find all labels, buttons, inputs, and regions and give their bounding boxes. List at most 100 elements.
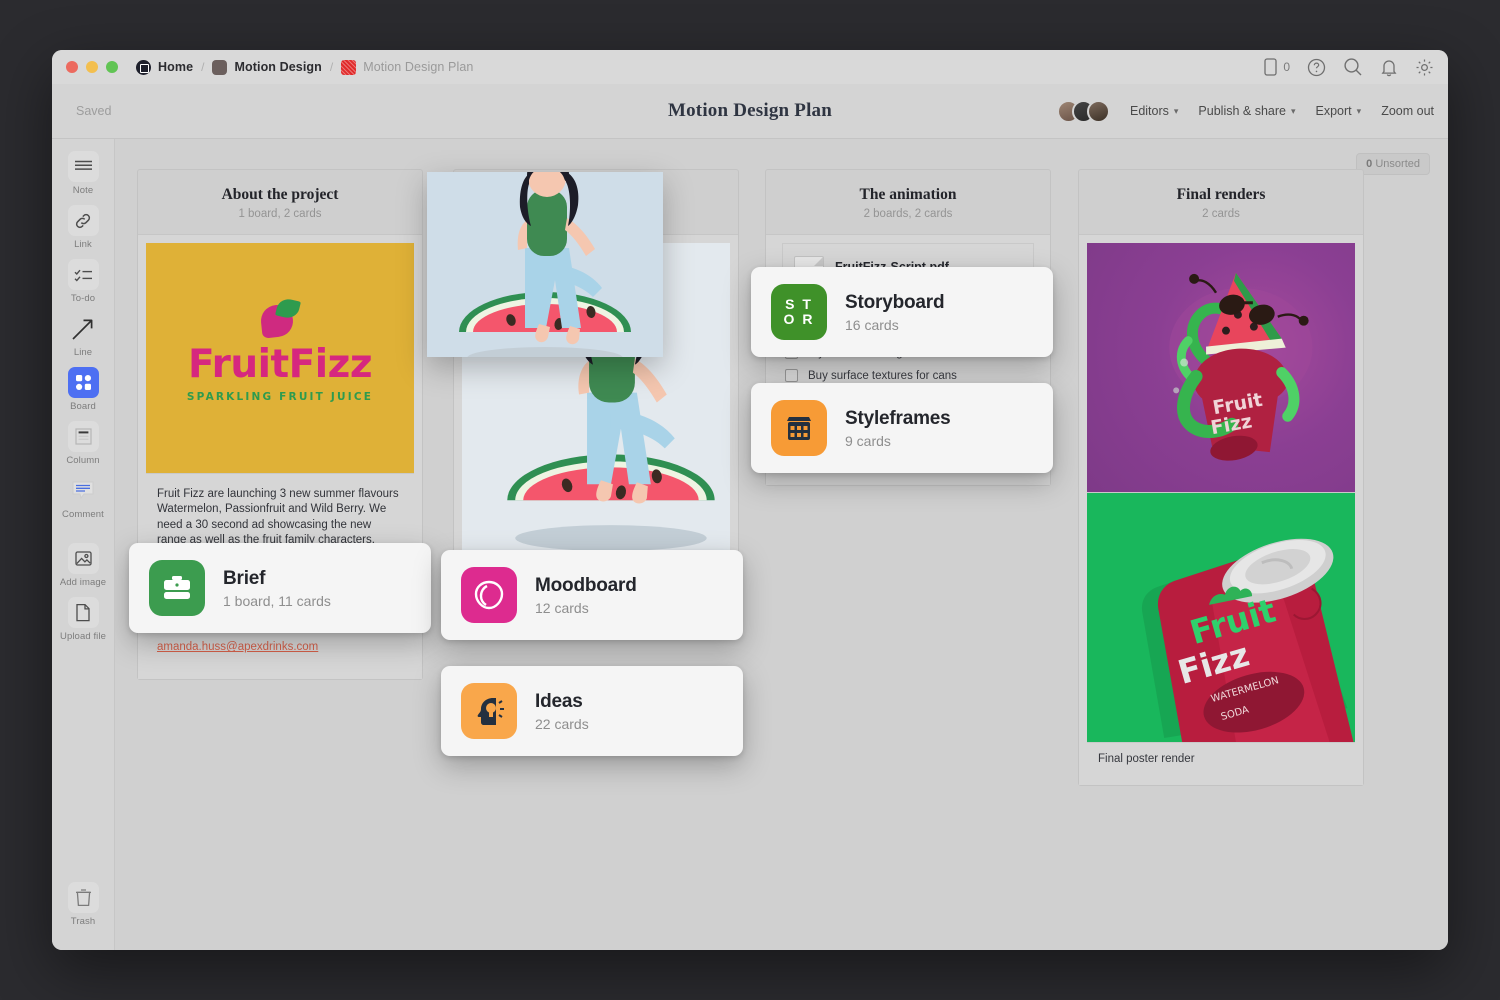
publish-share-button[interactable]: Publish & share ▾: [1198, 104, 1295, 118]
app-window: Home / Motion Design / Motion Design Pla…: [52, 50, 1448, 950]
window-controls[interactable]: [66, 61, 118, 73]
upload-file-icon: [67, 597, 99, 628]
milanote-home-icon: [136, 59, 151, 75]
brand-tagline: SPARKLING FRUIT JUICE: [186, 391, 374, 403]
sidebar-item-label: Note: [72, 185, 94, 196]
editors-button[interactable]: Editors ▾: [1130, 104, 1178, 118]
moodboard-icon: [461, 567, 517, 623]
column-final-renders[interactable]: Final renders 2 cards Fruit Fizz Fruit F…: [1078, 169, 1364, 786]
brand-name: FruitFizz: [187, 342, 373, 387]
help-icon[interactable]: [1307, 58, 1326, 77]
storyboard-icon-text: S TO R: [783, 295, 815, 327]
column-subtitle: 2 cards: [1202, 208, 1240, 220]
column-body: Fruit Fizz Fruit Fizz WATERMELON SODA Fi…: [1079, 234, 1363, 785]
window-titlebar: Home / Motion Design / Motion Design Pla…: [52, 50, 1448, 84]
breadcrumb-item-motion-design[interactable]: Motion Design: [212, 59, 322, 75]
breadcrumb-item-home[interactable]: Home: [136, 59, 194, 75]
breadcrumb-separator: /: [329, 60, 334, 74]
line-arrow-icon: [68, 313, 99, 344]
sidebar-item-label: Column: [66, 455, 100, 466]
add-image-icon: [67, 543, 99, 574]
card-title: Storyboard: [845, 291, 945, 313]
dragged-card-moodboard[interactable]: Moodboard 12 cards: [441, 550, 743, 640]
chevron-down-icon: ▾: [1173, 105, 1179, 116]
collaborator-avatars[interactable]: [1056, 99, 1110, 123]
maximize-window-button[interactable]: [106, 61, 118, 73]
unsorted-badge[interactable]: 0 Unsorted: [1356, 153, 1430, 175]
sidebar-item-column[interactable]: Column: [55, 421, 111, 466]
watermelon-soda-can-render[interactable]: Fruit Fizz WATERMELON SODA: [1087, 493, 1355, 743]
card-title: Ideas: [535, 690, 583, 712]
board-canvas[interactable]: 0 Unsorted About the project 1 board, 2 …: [115, 139, 1448, 950]
dragged-illustration-thumbnail[interactable]: [427, 152, 663, 369]
breadcrumb-item-motion-design-plan[interactable]: Motion Design Plan: [341, 59, 473, 75]
export-button[interactable]: Export ▾: [1316, 104, 1362, 118]
watermelon-character-render[interactable]: Fruit Fizz: [1087, 243, 1355, 493]
column-title: The animation: [859, 186, 957, 203]
document-header: Saved Motion Design Plan Editors ▾ Publi…: [52, 84, 1448, 139]
sidebar-item-comment[interactable]: Comment: [55, 475, 111, 520]
fruitfizz-poster-image[interactable]: FruitFizz SPARKLING FRUIT JUICE: [146, 243, 414, 474]
desktop-backdrop: Home / Motion Design / Motion Design Pla…: [0, 0, 1500, 1000]
dragged-card-storyboard[interactable]: S TO R Storyboard 16 cards: [751, 267, 1053, 357]
minimize-window-button[interactable]: [86, 61, 98, 73]
card-subtitle: 12 cards: [535, 599, 589, 616]
fruitfizz-logo: FruitFizz SPARKLING FRUIT JUICE: [146, 295, 414, 403]
sidebar-item-add-image[interactable]: Add image: [55, 543, 111, 588]
column-subtitle: 2 boards, 2 cards: [863, 208, 953, 220]
sidebar-item-note[interactable]: Note: [55, 151, 111, 196]
publish-label: Publish & share: [1198, 104, 1286, 118]
zoom-out-label: Zoom out: [1381, 104, 1434, 118]
column-header: The animation 2 boards, 2 cards: [766, 170, 1050, 234]
checklist-item[interactable]: Buy surface textures for cans: [785, 369, 1031, 382]
card-title: Brief: [223, 567, 266, 589]
mobile-badge: 0: [1283, 60, 1290, 74]
settings-icon[interactable]: [1415, 58, 1434, 77]
notifications-icon[interactable]: [1380, 58, 1398, 77]
breadcrumb-separator: /: [201, 60, 205, 74]
column-header: About the project 1 board, 2 cards: [138, 170, 422, 234]
sidebar-item-label: Board: [70, 401, 96, 412]
sidebar-item-label: Upload file: [60, 631, 106, 642]
dragged-card-brief[interactable]: Brief 1 board, 11 cards: [129, 543, 431, 633]
sidebar-item-board[interactable]: Board: [55, 367, 111, 412]
sidebar-item-link[interactable]: Link: [55, 205, 111, 250]
sidebar-item-label: Link: [74, 239, 92, 250]
sidebar-item-trash[interactable]: Trash: [55, 882, 111, 927]
card-title: Styleframes: [845, 407, 951, 429]
dragged-card-styleframes[interactable]: Styleframes 9 cards: [751, 383, 1053, 473]
todo-icon: [67, 259, 99, 290]
checklist-item-label: Buy surface textures for cans: [808, 369, 957, 382]
link-icon: [67, 205, 99, 236]
briefcase-icon: [149, 560, 205, 616]
sidebar-item-label: Comment: [62, 509, 104, 520]
unsorted-count: 0: [1366, 158, 1373, 170]
tool-sidebar: Note Link To-do Line Board Column Commen…: [52, 139, 115, 950]
contact-email-link[interactable]: amanda.huss@apexdrinks.com: [157, 641, 318, 653]
dragged-card-ideas[interactable]: Ideas 22 cards: [441, 666, 743, 756]
search-icon[interactable]: [1343, 57, 1363, 77]
avatar[interactable]: [1086, 99, 1110, 123]
zoom-out-button[interactable]: Zoom out: [1381, 104, 1434, 118]
comment-icon: [68, 475, 99, 506]
card-subtitle: 16 cards: [845, 316, 899, 333]
sidebar-item-line[interactable]: Line: [55, 313, 111, 358]
close-window-button[interactable]: [66, 61, 78, 73]
titlebar-actions: 0: [1264, 50, 1434, 84]
breadcrumb-label: Home: [158, 60, 194, 74]
card-subtitle: 22 cards: [535, 715, 589, 732]
mobile-icon[interactable]: 0: [1264, 58, 1290, 76]
trash-icon: [67, 882, 99, 913]
unsorted-label: Unsorted: [1375, 158, 1420, 170]
sidebar-item-upload-file[interactable]: Upload file: [55, 597, 111, 642]
export-label: Export: [1315, 104, 1352, 118]
header-actions: Editors ▾ Publish & share ▾ Export ▾ Zoo…: [1056, 99, 1434, 123]
sidebar-item-label: Trash: [70, 916, 96, 927]
render-caption: Final poster render: [1098, 753, 1195, 765]
sidebar-item-todo[interactable]: To-do: [55, 259, 111, 304]
card-subtitle: 9 cards: [845, 432, 891, 449]
column-subtitle: 1 board, 2 cards: [238, 208, 322, 220]
checkbox[interactable]: [785, 369, 798, 382]
sidebar-item-label: Line: [73, 347, 93, 358]
chevron-down-icon: ▾: [1356, 105, 1362, 116]
